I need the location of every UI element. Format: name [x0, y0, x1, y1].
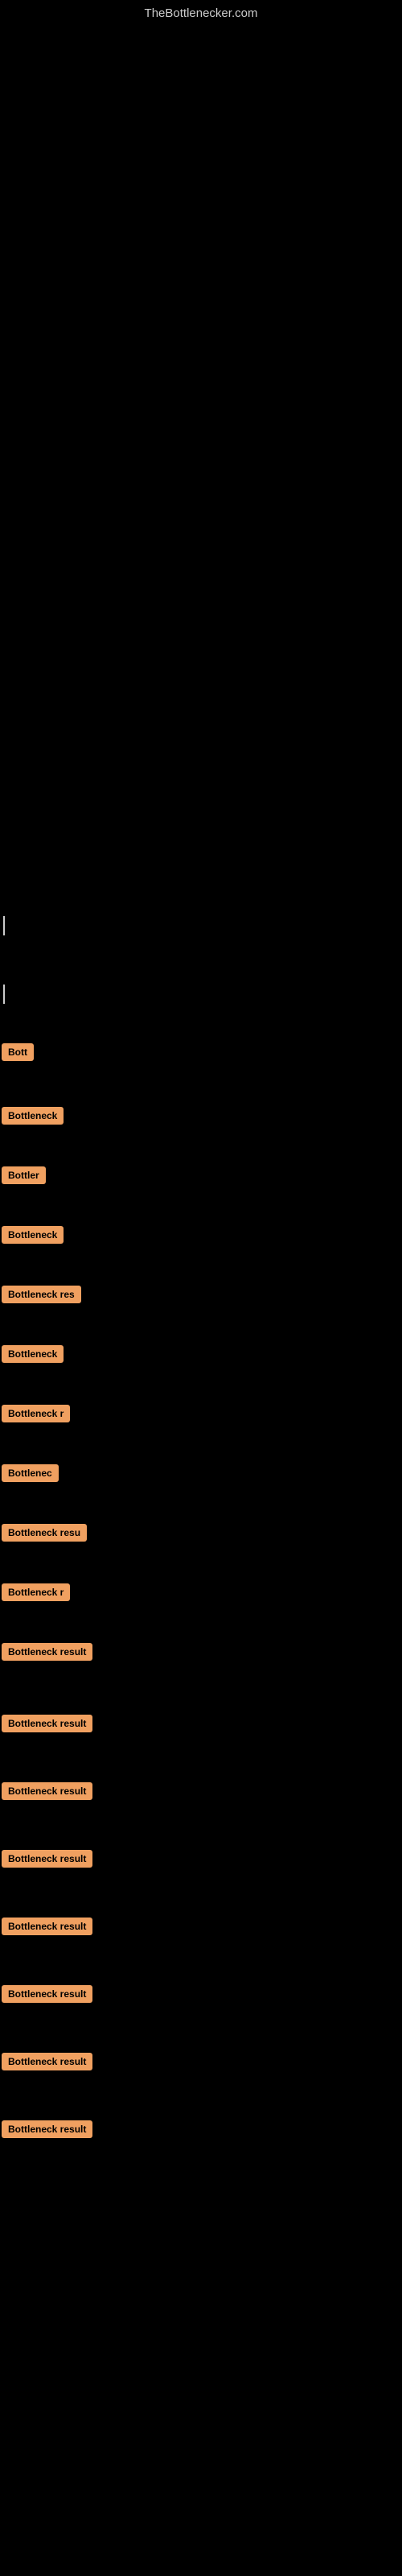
result-row-1: Bott: [0, 1038, 402, 1066]
bottleneck-label-15: Bottleneck result: [2, 1918, 92, 1935]
chart-area: [0, 24, 402, 427]
spacer-9: [0, 1427, 402, 1459]
result-row-14: Bottleneck result: [0, 1845, 402, 1872]
bottom-spacer: [0, 2143, 402, 2175]
result-row-16: Bottleneck result: [0, 1980, 402, 2008]
bottleneck-label-17: Bottleneck result: [2, 2053, 92, 2070]
cursor-line-2: [3, 985, 5, 1004]
result-row-13: Bottleneck result: [0, 1777, 402, 1805]
spacer-17: [0, 1940, 402, 1980]
bottleneck-label-16: Bottleneck result: [2, 1985, 92, 2003]
result-row-9: Bottleneck resu: [0, 1519, 402, 1546]
site-title: TheBottlenecker.com: [145, 6, 258, 20]
result-row-10: Bottleneck r: [0, 1579, 402, 1606]
result-row-3: Bottler: [0, 1162, 402, 1189]
result-row-12: Bottleneck result: [0, 1710, 402, 1737]
spacer-16: [0, 1872, 402, 1913]
spacer-8: [0, 1368, 402, 1400]
result-row-2: Bottleneck: [0, 1102, 402, 1129]
result-row-7: Bottleneck r: [0, 1400, 402, 1427]
spacer-7: [0, 1308, 402, 1340]
spacer-4: [0, 1129, 402, 1162]
spacer-14: [0, 1737, 402, 1777]
result-row-8: Bottlenec: [0, 1459, 402, 1487]
spacer-2: [0, 1014, 402, 1038]
bottleneck-label-2: Bottleneck: [2, 1107, 64, 1125]
spacer-13: [0, 1666, 402, 1710]
result-row-15: Bottleneck result: [0, 1913, 402, 1940]
site-title-bar: TheBottlenecker.com: [0, 0, 402, 24]
spacer-5: [0, 1189, 402, 1221]
result-row-17: Bottleneck result: [0, 2048, 402, 2075]
bottleneck-label-4: Bottleneck: [2, 1226, 64, 1244]
spacer-10: [0, 1487, 402, 1519]
content-area-1: [0, 427, 402, 910]
bottleneck-label-9: Bottleneck resu: [2, 1524, 87, 1542]
page-wrapper: TheBottlenecker.com Bott Bottleneck Bott…: [0, 0, 402, 2576]
spacer-11: [0, 1546, 402, 1579]
result-row-6: Bottleneck: [0, 1340, 402, 1368]
bottleneck-label-7: Bottleneck r: [2, 1405, 70, 1422]
result-row-18: Bottleneck result: [0, 2116, 402, 2143]
bottleneck-label-1: Bott: [2, 1043, 34, 1061]
bottleneck-label-6: Bottleneck: [2, 1345, 64, 1363]
spacer-15: [0, 1805, 402, 1845]
bottleneck-label-11: Bottleneck result: [2, 1643, 92, 1661]
spacer-12: [0, 1606, 402, 1638]
bottleneck-label-5: Bottleneck res: [2, 1286, 81, 1303]
bottleneck-label-14: Bottleneck result: [2, 1850, 92, 1868]
bottleneck-label-10: Bottleneck r: [2, 1583, 70, 1601]
result-row-5: Bottleneck res: [0, 1281, 402, 1308]
result-row-11: Bottleneck result: [0, 1638, 402, 1666]
bottleneck-label-18: Bottleneck result: [2, 2120, 92, 2138]
bottleneck-label-12: Bottleneck result: [2, 1715, 92, 1732]
spacer-18: [0, 2008, 402, 2048]
spacer-19: [0, 2075, 402, 2116]
cursor-area-2: [0, 978, 402, 1014]
spacer-3: [0, 1066, 402, 1102]
spacer-6: [0, 1249, 402, 1281]
cursor-area-1: [0, 910, 402, 946]
bottleneck-label-8: Bottlenec: [2, 1464, 59, 1482]
bottleneck-label-3: Bottler: [2, 1166, 46, 1184]
bottleneck-label-13: Bottleneck result: [2, 1782, 92, 1800]
cursor-line-1: [3, 916, 5, 935]
spacer-1: [0, 946, 402, 978]
result-row-4: Bottleneck: [0, 1221, 402, 1249]
